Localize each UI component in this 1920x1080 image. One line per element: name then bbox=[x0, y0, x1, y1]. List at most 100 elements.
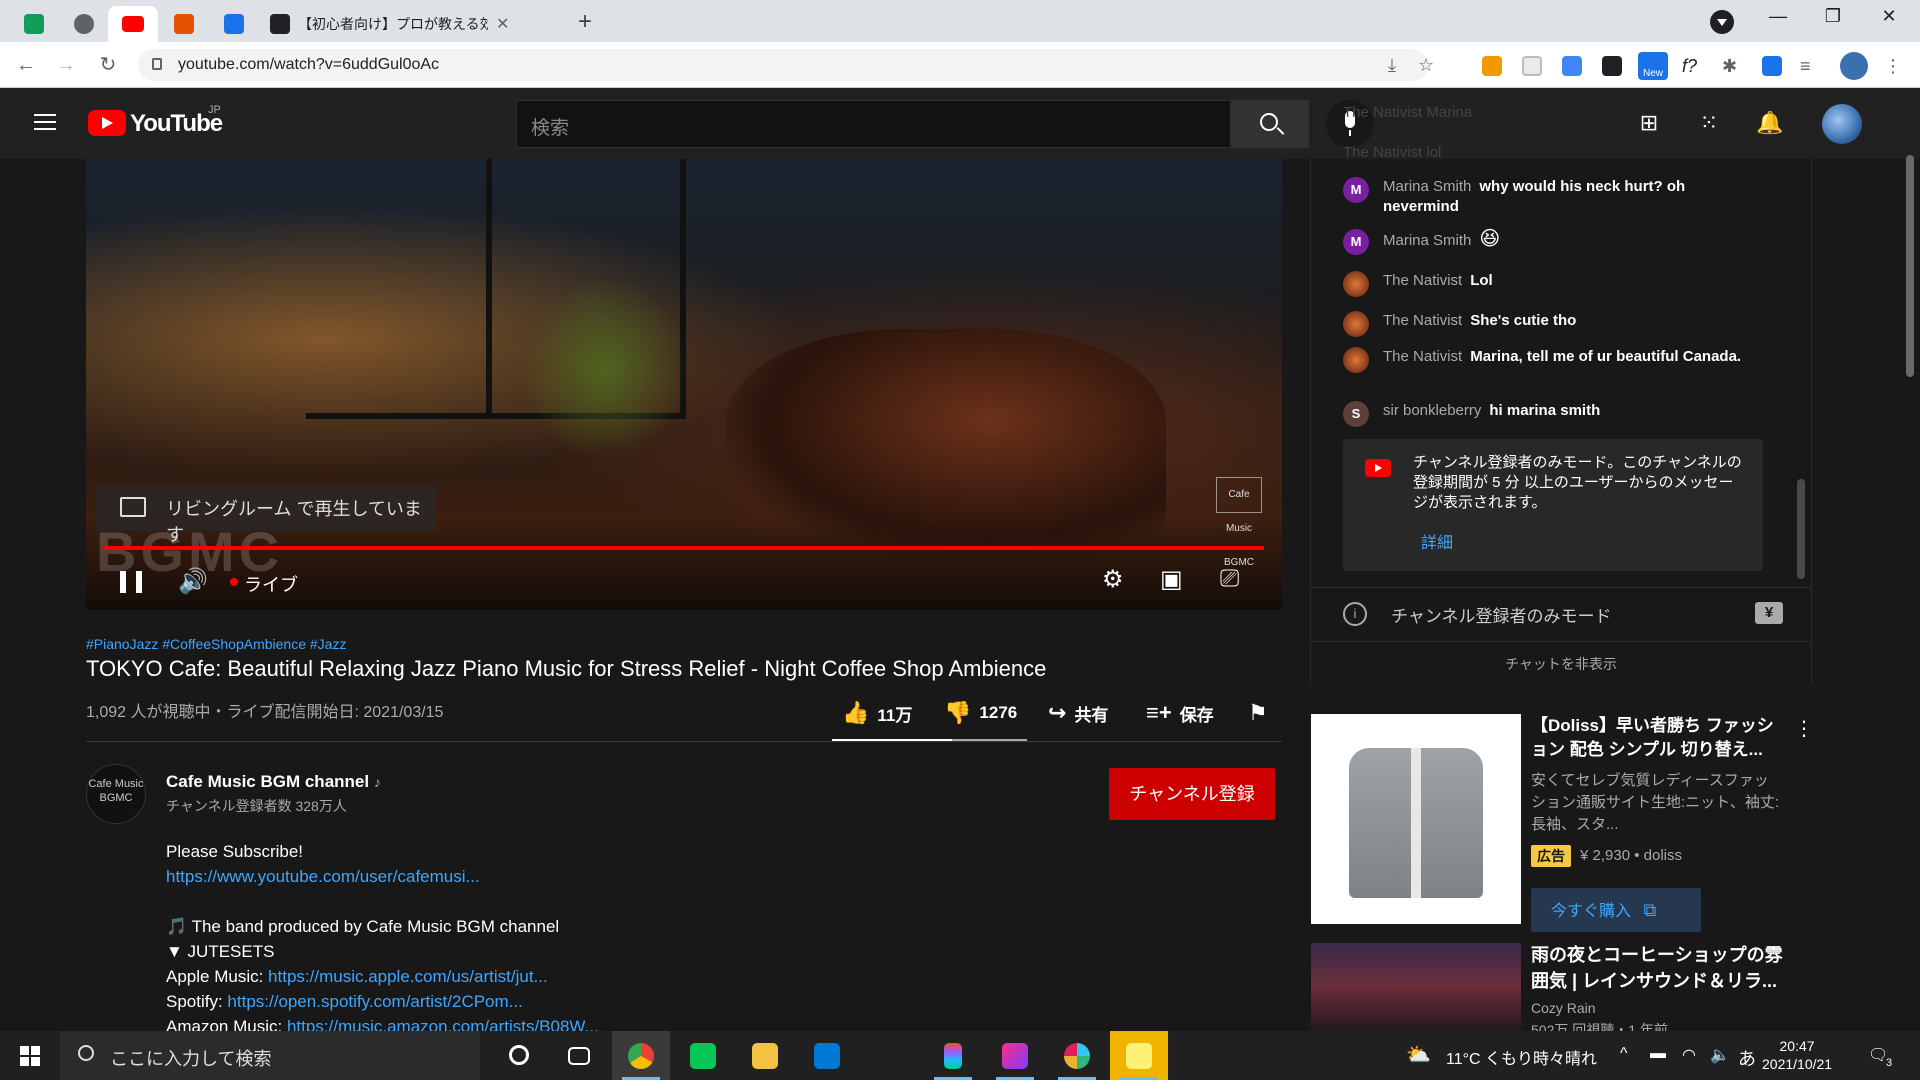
dislike-button[interactable]: 👎 1276 bbox=[944, 700, 1017, 726]
chat-author[interactable]: The Nativist bbox=[1383, 348, 1462, 365]
chat-author[interactable]: The Nativist bbox=[1383, 272, 1462, 289]
wifi-icon[interactable]: ◠ bbox=[1682, 1045, 1696, 1065]
forward-icon[interactable]: → bbox=[52, 52, 80, 80]
tab-app[interactable] bbox=[218, 6, 250, 42]
ad-title[interactable]: 【Doliss】早い者勝ち ファッション 配色 シンプル 切り替え... bbox=[1531, 714, 1781, 762]
restore-button[interactable]: ❐ bbox=[1810, 6, 1856, 27]
cortana-icon[interactable] bbox=[490, 1031, 548, 1080]
bookmark-star-icon[interactable]: ☆ bbox=[1418, 55, 1434, 76]
chrome-taskbar-icon[interactable] bbox=[612, 1031, 670, 1080]
chat-avatar[interactable]: M bbox=[1343, 177, 1369, 203]
chat-avatar[interactable]: M bbox=[1343, 229, 1369, 255]
apple-music-link[interactable]: https://music.apple.com/us/artist/jut... bbox=[268, 967, 548, 986]
report-button[interactable]: ⚑ bbox=[1248, 700, 1276, 726]
chat-author[interactable]: Marina Smith bbox=[1383, 178, 1471, 195]
amazon-music-link[interactable]: https://music.amazon.com/artists/B08W... bbox=[287, 1017, 599, 1031]
clock[interactable]: 20:47 2021/10/21 bbox=[1762, 1037, 1832, 1073]
chat-avatar[interactable] bbox=[1343, 347, 1369, 373]
tab-sheets[interactable] bbox=[18, 6, 50, 42]
omnibox[interactable]: youtube.com/watch?v=6uddGul0oAc ⤓ ☆ bbox=[138, 49, 1434, 81]
task-view-icon[interactable] bbox=[550, 1031, 608, 1080]
profile-avatar[interactable] bbox=[1840, 52, 1868, 80]
new-extension-icon[interactable]: New bbox=[1638, 52, 1668, 80]
extension-icon[interactable] bbox=[1482, 56, 1502, 76]
ime-indicator[interactable]: あ bbox=[1738, 1045, 1756, 1071]
tab-html[interactable] bbox=[168, 6, 200, 42]
more-options-icon[interactable]: ⋮ bbox=[1794, 716, 1814, 741]
hide-chat-button[interactable]: チャットを非表示 bbox=[1311, 641, 1811, 685]
reload-icon[interactable]: ↻ bbox=[94, 52, 122, 80]
extension-icon[interactable] bbox=[1602, 56, 1622, 76]
chat-scrollbar[interactable] bbox=[1797, 479, 1805, 579]
bookmark-icon[interactable] bbox=[1522, 56, 1542, 76]
speaker-icon[interactable]: 🔈 bbox=[1710, 1045, 1730, 1065]
tab-youtube[interactable] bbox=[108, 6, 158, 42]
share-button[interactable]: ↪ 共有 bbox=[1048, 700, 1108, 726]
pause-icon[interactable] bbox=[120, 571, 142, 593]
account-avatar[interactable] bbox=[1822, 104, 1862, 144]
live-label[interactable]: ライブ bbox=[244, 571, 298, 597]
design-app-icon[interactable] bbox=[986, 1031, 1044, 1080]
details-link[interactable]: 詳細 bbox=[1421, 529, 1453, 553]
line-taskbar-icon[interactable] bbox=[674, 1031, 732, 1080]
slack-icon[interactable] bbox=[1048, 1031, 1106, 1080]
search-button[interactable] bbox=[1231, 100, 1309, 148]
cast-icon[interactable]: ⎚ bbox=[1220, 565, 1239, 593]
channel-link[interactable]: https://www.youtube.com/user/cafemusi... bbox=[166, 867, 480, 886]
cast-icon[interactable] bbox=[1762, 56, 1782, 76]
tab-generic[interactable] bbox=[68, 6, 100, 42]
minimize-button[interactable]: — bbox=[1755, 6, 1801, 27]
save-button[interactable]: ≡+ 保存 bbox=[1146, 700, 1214, 726]
info-icon[interactable]: i bbox=[1343, 602, 1367, 626]
taskbar-search-input[interactable]: ここに入力して検索 bbox=[60, 1031, 480, 1080]
chat-avatar[interactable] bbox=[1343, 311, 1369, 337]
spotify-link[interactable]: https://open.spotify.com/artist/2CPom... bbox=[227, 992, 522, 1011]
chevron-up-icon[interactable]: ^ bbox=[1620, 1045, 1628, 1063]
menu-icon[interactable] bbox=[34, 114, 56, 130]
extension-icon[interactable] bbox=[1562, 56, 1582, 76]
search-input[interactable]: 検索 bbox=[516, 100, 1231, 148]
chat-avatar[interactable] bbox=[1343, 271, 1369, 297]
recommendation-thumbnail[interactable] bbox=[1311, 943, 1521, 1031]
file-explorer-icon[interactable] bbox=[736, 1031, 794, 1080]
like-button[interactable]: 👍 11万 bbox=[842, 700, 912, 726]
figma-icon[interactable] bbox=[924, 1031, 982, 1080]
puzzle-icon[interactable]: ✱ bbox=[1722, 56, 1742, 76]
youtube-logo-icon[interactable] bbox=[88, 110, 126, 136]
close-window-button[interactable]: ✕ bbox=[1866, 6, 1912, 27]
miniplayer-icon[interactable]: ▣ bbox=[1160, 565, 1183, 594]
chat-author[interactable]: Marina Smith bbox=[1383, 232, 1471, 249]
close-icon[interactable]: ✕ bbox=[496, 14, 509, 34]
chat-author[interactable]: The Nativist bbox=[1383, 312, 1462, 329]
back-icon[interactable]: ← bbox=[12, 52, 40, 80]
settings-gear-icon[interactable]: ⚙ bbox=[1102, 565, 1124, 594]
weather-text[interactable]: 11°C くもり時々晴れ bbox=[1446, 1045, 1597, 1069]
reading-list-icon[interactable]: ≡ bbox=[1800, 56, 1820, 76]
notifications-bell-icon[interactable]: 🔔 bbox=[1756, 110, 1783, 136]
channel-name[interactable]: Cafe Music BGM channel ♪ bbox=[166, 772, 381, 792]
chat-avatar[interactable]: S bbox=[1343, 401, 1369, 427]
battery-icon[interactable]: ▬ bbox=[1650, 1045, 1666, 1063]
windows-start-icon[interactable] bbox=[20, 1046, 40, 1066]
hashtags[interactable]: #PianoJazz #CoffeeShopAmbience #Jazz bbox=[86, 636, 346, 652]
progress-bar[interactable] bbox=[104, 546, 1264, 550]
video-player[interactable]: BGMC リビングルーム で再生しています Cafe Music BGMC 🔊 … bbox=[86, 159, 1282, 610]
formula-extension-icon[interactable]: f? bbox=[1682, 56, 1702, 76]
ad-thumbnail[interactable] bbox=[1311, 714, 1521, 924]
tab-search-icon[interactable] bbox=[1710, 10, 1734, 34]
vscode-icon[interactable] bbox=[798, 1031, 856, 1080]
new-tab-button[interactable]: + bbox=[570, 8, 600, 38]
description-link[interactable]: https://www.youtube.com/user/cafemusi... bbox=[166, 867, 480, 887]
recommendation-title[interactable]: 雨の夜とコーヒーショップの雰囲気 | レインサウンド＆リラ... bbox=[1531, 942, 1791, 994]
menu-icon[interactable]: ⋮ bbox=[1884, 56, 1904, 76]
subscribe-button[interactable]: チャンネル登録 bbox=[1109, 768, 1275, 820]
super-chat-icon[interactable]: ¥ bbox=[1755, 602, 1783, 624]
sticky-notes-icon[interactable] bbox=[1110, 1031, 1168, 1080]
tab-article[interactable]: 【初心者向け】プロが教える効率の良い ✕ bbox=[262, 6, 552, 42]
channel-avatar[interactable]: Cafe Music BGMC bbox=[86, 764, 146, 824]
volume-icon[interactable]: 🔊 bbox=[178, 567, 208, 596]
install-icon[interactable]: ⤓ bbox=[1388, 55, 1396, 76]
chat-author[interactable]: sir bonkleberry bbox=[1383, 402, 1481, 419]
channel-watermark[interactable]: Cafe Music BGMC bbox=[1216, 477, 1262, 568]
buy-now-button[interactable]: 今すぐ購入 ⧉ bbox=[1531, 888, 1701, 932]
